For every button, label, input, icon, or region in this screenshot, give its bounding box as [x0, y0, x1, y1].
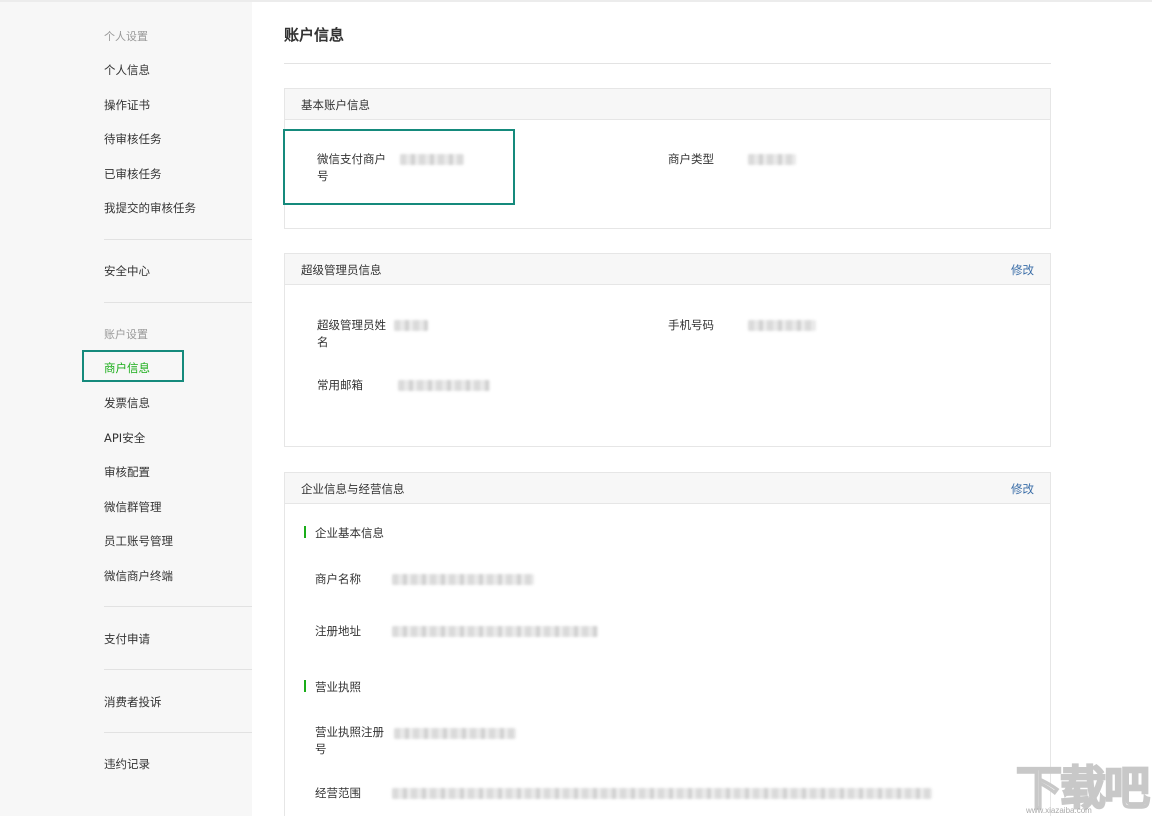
sidebar-item-operation-cert[interactable]: 操作证书 — [104, 97, 150, 113]
sidebar-divider — [104, 606, 252, 607]
sidebar-item-review-config[interactable]: 审核配置 — [104, 464, 150, 480]
phone-value-blurred — [748, 320, 816, 331]
sidebar-item-staff-accounts[interactable]: 员工账号管理 — [104, 533, 173, 549]
page-title: 账户信息 — [284, 24, 344, 45]
license-no-label: 营业执照注册 号 — [315, 724, 384, 758]
panel-title: 超级管理员信息 — [301, 262, 382, 278]
sidebar-item-api-security[interactable]: API安全 — [104, 430, 145, 446]
sidebar-item-reviewed-tasks[interactable]: 已审核任务 — [104, 166, 162, 182]
sidebar-item-my-submitted-tasks[interactable]: 我提交的审核任务 — [104, 200, 196, 216]
license-no-label-line2: 号 — [315, 741, 384, 758]
sidebar-item-consumer-complaint[interactable]: 消费者投诉 — [104, 694, 162, 710]
sidebar-item-payment-apply[interactable]: 支付申请 — [104, 631, 150, 647]
sidebar-divider — [104, 732, 252, 733]
panel-super-admin: 超级管理员信息 修改 — [284, 253, 1051, 447]
sidebar-group-personal: 个人设置 — [104, 28, 148, 44]
merchant-no-highlight — [283, 129, 515, 205]
admin-name-label-line2: 名 — [317, 334, 386, 351]
panel-header: 超级管理员信息 修改 — [285, 254, 1050, 285]
panel-title: 基本账户信息 — [301, 97, 370, 113]
panel-title: 企业信息与经营信息 — [301, 481, 405, 497]
scope-value-blurred — [392, 788, 932, 799]
sidebar-item-security-center[interactable]: 安全中心 — [104, 263, 150, 279]
sidebar-item-invoice-info[interactable]: 发票信息 — [104, 395, 150, 411]
sidebar-item-wechat-group[interactable]: 微信群管理 — [104, 499, 162, 515]
subsection-business-license: 营业执照 — [304, 679, 361, 695]
merchant-type-value-blurred — [748, 154, 796, 165]
subsection-company-basic: 企业基本信息 — [304, 525, 384, 541]
panel-company-info: 企业信息与经营信息 修改 — [284, 472, 1051, 816]
email-label: 常用邮箱 — [317, 377, 363, 394]
admin-name-value-blurred — [394, 320, 428, 331]
merchant-name-label: 商户名称 — [315, 571, 361, 588]
admin-name-label-line1: 超级管理员姓 — [317, 317, 386, 334]
active-item-highlight — [82, 350, 184, 382]
site-watermark-logo: 下载吧 www.xiazaiba.com — [1016, 752, 1150, 812]
panel-header: 基本账户信息 — [285, 89, 1050, 120]
license-no-label-line1: 营业执照注册 — [315, 724, 384, 741]
sidebar: 个人设置 个人信息 操作证书 待审核任务 已审核任务 我提交的审核任务 安全中心… — [0, 2, 252, 816]
email-value-blurred — [398, 380, 490, 391]
sidebar-divider — [104, 669, 252, 670]
sidebar-item-personal-info[interactable]: 个人信息 — [104, 62, 150, 78]
license-no-value-blurred — [394, 728, 516, 739]
sidebar-item-violation-record[interactable]: 违约记录 — [104, 756, 150, 772]
sidebar-divider — [104, 239, 252, 240]
merchant-name-value-blurred — [392, 574, 534, 585]
watermark-url: www.xiazaiba.com — [1026, 806, 1092, 815]
edit-company-link[interactable]: 修改 — [1011, 481, 1034, 497]
merchant-type-label: 商户类型 — [668, 151, 714, 168]
phone-label: 手机号码 — [668, 317, 714, 334]
sidebar-group-account: 账户设置 — [104, 326, 148, 342]
admin-name-label: 超级管理员姓 名 — [317, 317, 386, 351]
address-value-blurred — [392, 626, 598, 637]
sidebar-divider — [104, 302, 252, 303]
title-divider — [284, 63, 1051, 64]
sidebar-item-pending-tasks[interactable]: 待审核任务 — [104, 131, 162, 147]
edit-admin-link[interactable]: 修改 — [1011, 262, 1034, 278]
scope-label: 经营范围 — [315, 785, 361, 802]
sidebar-item-merchant-terminal[interactable]: 微信商户终端 — [104, 568, 173, 584]
panel-header: 企业信息与经营信息 修改 — [285, 473, 1050, 504]
address-label: 注册地址 — [315, 623, 361, 640]
